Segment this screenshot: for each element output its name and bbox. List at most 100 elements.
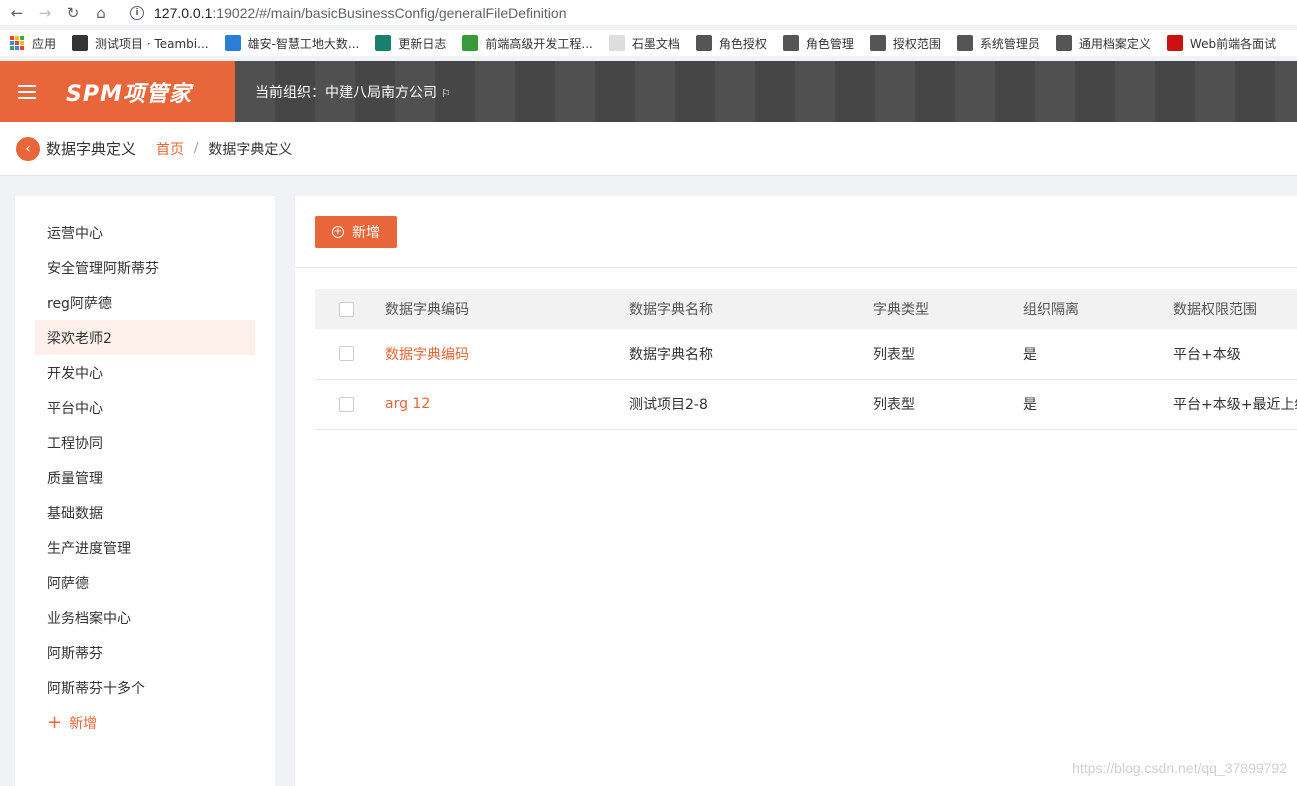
bookmark-favicon-icon <box>695 35 712 51</box>
sidebar-item[interactable]: 基础数据 <box>15 495 275 530</box>
select-all-checkbox[interactable] <box>339 301 354 317</box>
column-header[interactable]: 数据字典编码 <box>385 289 629 329</box>
table-cell: 平台+本级 <box>1173 329 1297 379</box>
back-button[interactable]: ‹ <box>16 136 40 161</box>
info-icon[interactable]: i <box>130 5 144 20</box>
sidebar-item[interactable]: 阿斯蒂芬 <box>15 635 275 670</box>
bookmark-item[interactable]: 角色管理 <box>782 35 854 52</box>
menu-icon[interactable] <box>18 84 36 99</box>
reload-icon[interactable]: ↻ <box>62 2 84 24</box>
sidebar-item[interactable]: reg阿萨德 <box>15 285 275 320</box>
select-all-cell <box>315 289 385 329</box>
sidebar-add-label: 新增 <box>69 715 98 732</box>
logo-block: SPM项管家 <box>0 61 235 122</box>
row-type: 列表型 <box>873 346 915 363</box>
row-isolation: 是 <box>1023 397 1037 413</box>
bookmark-label: 应用 <box>32 36 57 51</box>
row-checkbox[interactable] <box>339 396 354 412</box>
browser-toolbar: ← → ↻ ⌂ i 127.0.0.1:19022/#/main/basicBu… <box>0 0 1297 25</box>
breadcrumb-separator: / <box>194 141 199 156</box>
sidebar-item[interactable]: 阿萨德 <box>15 565 275 600</box>
bookmark-label: 授权范围 <box>892 36 941 51</box>
bookmark-item[interactable]: 前端高级开发工程... <box>462 35 593 52</box>
sidebar-item[interactable]: 业务档案中心 <box>15 600 275 635</box>
sidebar-list: 运营中心 安全管理阿斯蒂芬 reg阿萨德 梁欢老师2 开发中心 平台中心 工程协同 质量管理基… <box>15 215 275 705</box>
breadcrumb: ‹ 数据字典定义 首页 / 数据字典定义 <box>0 122 1297 176</box>
row-name: 数据字典名称 <box>629 346 713 363</box>
sidebar-item[interactable]: 阿斯蒂芬十多个 <box>15 670 275 705</box>
breadcrumb-home-link[interactable]: 首页 <box>156 139 184 159</box>
bookmark-label: 更新日志 <box>398 36 447 51</box>
org-label: 当前组织：中建八局南方公司 <box>255 84 437 101</box>
table-cell: 数据字典编码 <box>385 329 629 379</box>
sidebar-add-button[interactable]: + 新增 <box>15 705 275 740</box>
row-select-cell <box>315 329 385 379</box>
plus-icon: + <box>47 711 63 733</box>
bookmark-item[interactable]: 测试项目 · Teambi... <box>72 35 209 52</box>
home-icon[interactable]: ⌂ <box>90 2 112 24</box>
bookmark-item[interactable]: 授权范围 <box>869 35 941 52</box>
toolbar: + 新增 <box>295 196 1297 268</box>
main-panel: + 新增 数据字典编码 数据字典名称 字典类型 组织隔离 数据权限范围 数据字典… <box>295 196 1297 786</box>
bookmark-item[interactable]: 系统管理员 <box>956 35 1040 52</box>
bookmark-favicon-icon <box>782 35 799 51</box>
bookmarks-bar: 应用 测试项目 · Teambi... 雄安-智慧工地大数... 更新日志 前端高级开发… <box>0 30 1297 56</box>
bookmark-item[interactable]: 通用档案定义 <box>1055 35 1151 52</box>
row-name: 测试项目2-8 <box>629 397 708 413</box>
bookmark-favicon-icon <box>956 35 973 51</box>
column-header[interactable]: 数据权限范围 <box>1173 289 1297 329</box>
bookmark-label: 角色授权 <box>718 36 767 51</box>
table-cell: 列表型 <box>873 379 1023 429</box>
app-logo: SPM项管家 <box>66 81 192 107</box>
page-title: 数据字典定义 <box>46 140 137 158</box>
bookmark-item[interactable]: 角色授权 <box>695 35 767 52</box>
row-code-link[interactable]: 数据字典编码 <box>385 347 469 363</box>
current-org[interactable]: 当前组织：中建八局南方公司 ⚐ <box>255 82 451 102</box>
row-scope: 平台+本级+最近上级 <box>1173 397 1297 413</box>
table-cell: 平台+本级+最近上级 <box>1173 379 1297 429</box>
sidebar-item[interactable]: 梁欢老师2 <box>35 320 255 355</box>
forward-arrow-icon[interactable]: → <box>34 2 56 24</box>
url-host: 127.0.0.1 <box>154 4 213 21</box>
bookmark-label: 测试项目 · Teambi... <box>95 36 209 51</box>
table-cell: 测试项目2-8 <box>629 379 873 429</box>
bookmark-favicon-icon <box>375 35 392 51</box>
sidebar-item[interactable]: 生产进度管理 <box>15 530 275 565</box>
column-header[interactable]: 组织隔离 <box>1023 289 1173 329</box>
column-header[interactable]: 字典类型 <box>873 289 1023 329</box>
chevron-left-icon: ‹ <box>25 140 31 157</box>
bookmark-item[interactable]: 石墨文档 <box>608 35 680 52</box>
row-checkbox[interactable] <box>339 346 354 362</box>
sidebar-item[interactable]: 开发中心 <box>15 355 275 390</box>
back-arrow-icon[interactable]: ← <box>6 2 28 24</box>
sidebar-item[interactable]: 工程协同 <box>15 425 275 460</box>
bookmark-label: 前端高级开发工程... <box>485 36 593 51</box>
address-bar[interactable]: 127.0.0.1:19022/#/main/basicBusinessConf… <box>154 5 567 21</box>
plus-circle-icon: + <box>332 225 344 238</box>
bookmark-item[interactable]: 应用 <box>10 35 56 52</box>
url-path: :19022/#/main/basicBusinessConfig/genera… <box>212 4 567 21</box>
sidebar-item[interactable]: 安全管理阿斯蒂芬 <box>15 250 275 285</box>
row-code-link[interactable]: arg 12 <box>385 396 430 412</box>
bookmark-label: 雄安-智慧工地大数... <box>247 36 360 51</box>
bookmark-label: 系统管理员 <box>979 36 1040 51</box>
bookmark-favicon-icon <box>1055 35 1072 51</box>
breadcrumb-current: 数据字典定义 <box>208 141 293 158</box>
sidebar-item[interactable]: 质量管理 <box>15 460 275 495</box>
flag-icon[interactable]: ⚐ <box>441 87 451 100</box>
bookmark-label: 通用档案定义 <box>1078 36 1151 51</box>
row-select-cell <box>315 379 385 429</box>
bookmark-label: 角色管理 <box>805 36 854 51</box>
table-row[interactable]: 数据字典编码 数据字典名称 列表型 是 平台+本级 <box>315 329 1297 379</box>
bookmark-item[interactable]: 雄安-智慧工地大数... <box>224 35 360 52</box>
sidebar-item[interactable]: 平台中心 <box>15 390 275 425</box>
bookmark-item[interactable]: Web前端各面试 <box>1166 35 1276 52</box>
dictionary-table: 数据字典编码 数据字典名称 字典类型 组织隔离 数据权限范围 数据字典编码 数据字… <box>315 289 1297 430</box>
table-cell: arg 12 <box>385 379 629 429</box>
sidebar-item[interactable]: 运营中心 <box>15 215 275 250</box>
bookmark-item[interactable]: 更新日志 <box>375 35 446 52</box>
watermark: https://blog.csdn.net/qq_37899792 <box>1072 760 1287 776</box>
add-button[interactable]: + 新增 <box>315 215 397 248</box>
column-header[interactable]: 数据字典名称 <box>629 289 873 329</box>
table-row[interactable]: arg 12 测试项目2-8 列表型 是 平台+本级+最近上级 <box>315 379 1297 429</box>
